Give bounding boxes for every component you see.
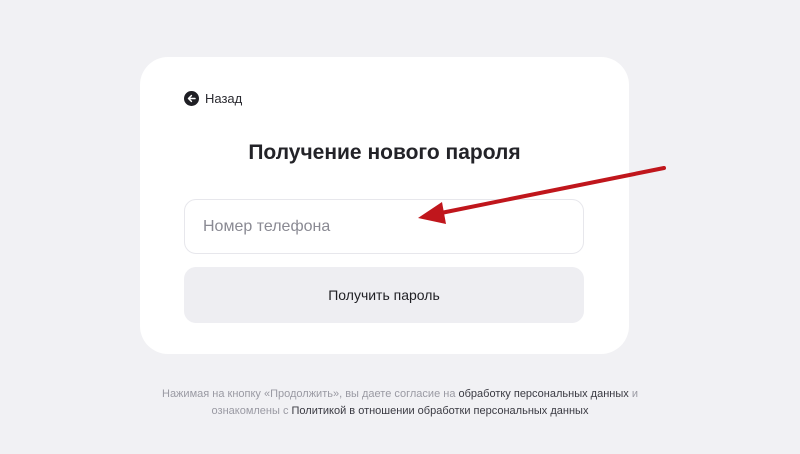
back-link[interactable]: Назад bbox=[184, 91, 242, 106]
consent-text-part: и bbox=[631, 388, 638, 400]
page-title: Получение нового пароля bbox=[248, 141, 521, 164]
get-password-button[interactable]: Получить пароль bbox=[184, 267, 584, 323]
back-link-label: Назад bbox=[205, 91, 243, 106]
privacy-policy-link[interactable]: Политикой в отношении обработки персонал… bbox=[292, 405, 589, 417]
consent-line-1: Нажимая на кнопку «Продолжить», вы даете… bbox=[0, 386, 800, 403]
personal-data-processing-link[interactable]: обработку персональных данных bbox=[459, 388, 629, 400]
phone-input[interactable] bbox=[184, 199, 584, 254]
arrow-left-circle-icon bbox=[184, 91, 199, 106]
consent-text-part: Нажимая на кнопку «Продолжить», вы даете… bbox=[162, 388, 456, 400]
consent-line-2: ознакомлены с Политикой в отношении обра… bbox=[0, 403, 800, 420]
page: Назад Получение нового пароля Получить п… bbox=[0, 0, 800, 454]
consent-text-part: ознакомлены с bbox=[211, 405, 289, 417]
reset-password-card: Назад Получение нового пароля Получить п… bbox=[140, 57, 629, 354]
consent-text: Нажимая на кнопку «Продолжить», вы даете… bbox=[0, 386, 800, 420]
